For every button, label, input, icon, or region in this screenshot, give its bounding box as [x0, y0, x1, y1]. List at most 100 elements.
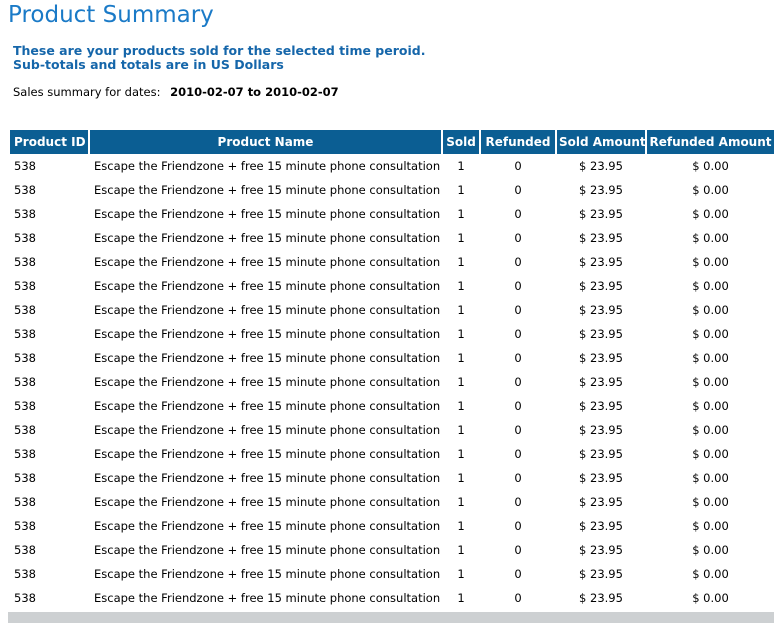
cell-sold: 1 [457, 279, 465, 293]
cell-refunded-amount: $ 0.00 [692, 183, 729, 197]
cell-product-id: 538 [14, 423, 36, 437]
cell-refunded: 0 [514, 303, 522, 317]
cell-sold: 1 [457, 303, 465, 317]
cell-sold-amount: $ 23.95 [579, 543, 623, 557]
cell-product-name: Escape the Friendzone + free 15 minute p… [94, 375, 441, 389]
cell-sold: 1 [457, 327, 465, 341]
column-header-sold-amount: Sold Amount [557, 130, 645, 154]
cell-refunded: 0 [514, 423, 522, 437]
cell-refunded-amount: $ 0.00 [692, 495, 729, 509]
cell-refunded: 0 [514, 543, 522, 557]
cell-product-name: Escape the Friendzone + free 15 minute p… [94, 231, 441, 245]
column-header-product-name: Product Name [90, 130, 441, 154]
cell-product-name: Escape the Friendzone + free 15 minute p… [94, 447, 441, 461]
cell-sold: 1 [457, 567, 465, 581]
cell-refunded-amount: $ 0.00 [692, 591, 729, 605]
cell-refunded: 0 [514, 375, 522, 389]
cell-sold: 1 [457, 375, 465, 389]
cell-refunded: 0 [514, 495, 522, 509]
cell-refunded: 0 [514, 447, 522, 461]
footer-bar [8, 612, 774, 623]
cell-sold: 1 [457, 351, 465, 365]
cell-product-id: 538 [14, 591, 36, 605]
table-row: 538 Escape the Friendzone + free 15 minut… [10, 394, 774, 418]
page-title: Product Summary [8, 2, 214, 28]
cell-product-id: 538 [14, 303, 36, 317]
cell-product-name: Escape the Friendzone + free 15 minute p… [94, 495, 441, 509]
cell-product-id: 538 [14, 543, 36, 557]
cell-product-id: 538 [14, 495, 36, 509]
column-header-sold: Sold [443, 130, 479, 154]
table-row: 538 Escape the Friendzone + free 15 minut… [10, 298, 774, 322]
cell-product-name: Escape the Friendzone + free 15 minute p… [94, 399, 441, 413]
cell-refunded: 0 [514, 327, 522, 341]
table-body: 538 Escape the Friendzone + free 15 minut… [10, 154, 774, 623]
cell-sold-amount: $ 23.95 [579, 399, 623, 413]
table-row: 538 Escape the Friendzone + free 15 minut… [10, 154, 774, 178]
cell-sold: 1 [457, 519, 465, 533]
cell-product-id: 538 [14, 183, 36, 197]
cell-product-id: 538 [14, 159, 36, 173]
table-row: 538 Escape the Friendzone + free 15 minut… [10, 514, 774, 538]
cell-refunded: 0 [514, 255, 522, 269]
cell-refunded-amount: $ 0.00 [692, 543, 729, 557]
cell-product-id: 538 [14, 471, 36, 485]
cell-product-name: Escape the Friendzone + free 15 minute p… [94, 471, 441, 485]
cell-product-id: 538 [14, 327, 36, 341]
cell-product-name: Escape the Friendzone + free 15 minute p… [94, 351, 441, 365]
cell-refunded-amount: $ 0.00 [692, 255, 729, 269]
cell-refunded: 0 [514, 183, 522, 197]
cell-sold-amount: $ 23.95 [579, 279, 623, 293]
table-row: 538 Escape the Friendzone + free 15 minut… [10, 250, 774, 274]
cell-sold: 1 [457, 183, 465, 197]
cell-sold-amount: $ 23.95 [579, 159, 623, 173]
cell-sold-amount: $ 23.95 [579, 207, 623, 221]
cell-product-id: 538 [14, 519, 36, 533]
cell-sold: 1 [457, 495, 465, 509]
cell-refunded-amount: $ 0.00 [692, 303, 729, 317]
cell-refunded-amount: $ 0.00 [692, 567, 729, 581]
table-row: 538 Escape the Friendzone + free 15 minut… [10, 442, 774, 466]
cell-refunded-amount: $ 0.00 [692, 519, 729, 533]
cell-refunded: 0 [514, 231, 522, 245]
cell-product-name: Escape the Friendzone + free 15 minute p… [94, 255, 441, 269]
table-row: 538 Escape the Friendzone + free 15 minut… [10, 202, 774, 226]
cell-product-name: Escape the Friendzone + free 15 minute p… [94, 543, 441, 557]
cell-product-name: Escape the Friendzone + free 15 minute p… [94, 519, 441, 533]
cell-refunded-amount: $ 0.00 [692, 159, 729, 173]
cell-refunded: 0 [514, 279, 522, 293]
cell-sold-amount: $ 23.95 [579, 375, 623, 389]
cell-refunded-amount: $ 0.00 [692, 327, 729, 341]
cell-refunded: 0 [514, 591, 522, 605]
cell-refunded-amount: $ 0.00 [692, 399, 729, 413]
cell-refunded: 0 [514, 519, 522, 533]
cell-sold-amount: $ 23.95 [579, 255, 623, 269]
table-row: 538 Escape the Friendzone + free 15 minut… [10, 322, 774, 346]
cell-product-id: 538 [14, 231, 36, 245]
cell-sold: 1 [457, 591, 465, 605]
cell-sold: 1 [457, 399, 465, 413]
cell-refunded-amount: $ 0.00 [692, 447, 729, 461]
dates-label: Sales summary for dates: [13, 85, 161, 99]
cell-sold-amount: $ 23.95 [579, 447, 623, 461]
cell-refunded: 0 [514, 567, 522, 581]
cell-product-id: 538 [14, 207, 36, 221]
table-row: 538 Escape the Friendzone + free 15 minut… [10, 562, 774, 586]
cell-refunded-amount: $ 0.00 [692, 231, 729, 245]
column-header-refunded-amount: Refunded Amount [647, 130, 774, 154]
cell-refunded-amount: $ 0.00 [692, 207, 729, 221]
cell-product-name: Escape the Friendzone + free 15 minute p… [94, 303, 441, 317]
cell-refunded: 0 [514, 207, 522, 221]
cell-product-name: Escape the Friendzone + free 15 minute p… [94, 423, 441, 437]
cell-sold: 1 [457, 159, 465, 173]
cell-product-id: 538 [14, 567, 36, 581]
table-row: 538 Escape the Friendzone + free 15 minut… [10, 226, 774, 250]
cell-sold: 1 [457, 231, 465, 245]
cell-product-name: Escape the Friendzone + free 15 minute p… [94, 567, 441, 581]
cell-sold-amount: $ 23.95 [579, 327, 623, 341]
cell-product-id: 538 [14, 255, 36, 269]
cell-refunded-amount: $ 0.00 [692, 375, 729, 389]
cell-sold: 1 [457, 471, 465, 485]
cell-refunded: 0 [514, 471, 522, 485]
table-row: 538 Escape the Friendzone + free 15 minut… [10, 346, 774, 370]
